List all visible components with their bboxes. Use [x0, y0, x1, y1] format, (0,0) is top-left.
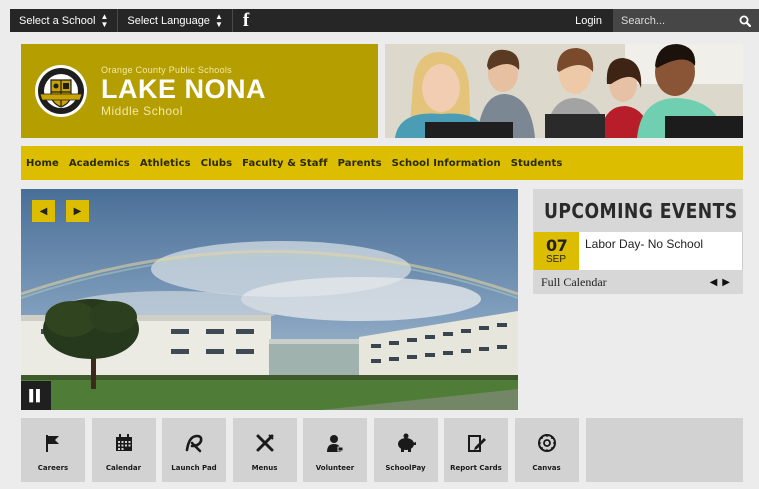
language-select-label: Select Language	[127, 14, 210, 27]
login-link[interactable]: Login	[564, 15, 613, 27]
search-icon[interactable]	[739, 15, 751, 27]
quick-link-menus[interactable]: Menus	[232, 418, 297, 482]
nav-athletics[interactable]: Athletics	[140, 158, 191, 169]
events-header: UPCOMING EVENTS	[533, 189, 743, 232]
slider-next-button[interactable]: ▶	[66, 200, 89, 222]
flag-icon	[46, 435, 59, 452]
full-calendar-link[interactable]: Full Calendar	[541, 275, 607, 290]
school-seal-icon[interactable]	[34, 64, 88, 118]
events-footer: Full Calendar ◀▶	[533, 270, 743, 294]
quick-link-label: Volunteer	[315, 464, 355, 472]
school-title-block: Orange County Public Schools LAKE NONA M…	[101, 65, 266, 118]
hero-slider: ◀ ▶ ▌▌	[21, 189, 518, 410]
quick-link-volunteer[interactable]: Volunteer	[303, 418, 367, 482]
school-select[interactable]: Select a School ▲ ▼	[10, 9, 119, 32]
search-box	[613, 9, 759, 32]
quick-link-launch-pad[interactable]: Launch Pad	[162, 418, 226, 482]
events-title: UPCOMING EVENTS	[544, 198, 738, 223]
volunteer-icon	[327, 435, 344, 452]
quick-link-calendar[interactable]: Calendar	[91, 418, 156, 482]
slider-prev-button[interactable]: ◀	[32, 200, 55, 222]
search-input[interactable]	[621, 14, 721, 27]
quick-link-label: Report Cards	[450, 464, 502, 472]
quick-link-label: Calendar	[105, 464, 142, 472]
nav-academics[interactable]: Academics	[69, 158, 130, 169]
canvas-icon	[537, 434, 556, 452]
slider-pause-button[interactable]: ▌▌	[21, 381, 51, 410]
quick-link-label: Canvas	[532, 464, 561, 472]
report-card-icon	[468, 435, 486, 452]
event-name[interactable]: Labor Day- No School	[579, 232, 703, 270]
district-name: Orange County Public Schools	[101, 64, 232, 75]
nav-clubs[interactable]: Clubs	[201, 158, 233, 169]
event-day: 07	[546, 235, 568, 255]
nav-students[interactable]: Students	[511, 158, 563, 169]
event-date: 07 SEP	[534, 232, 579, 270]
piggy-bank-icon	[397, 433, 416, 452]
school-select-label: Select a School	[19, 14, 96, 27]
quick-links-empty-tile	[586, 418, 743, 482]
school-header: Orange County Public Schools LAKE NONA M…	[21, 44, 378, 138]
quick-link-schoolpay[interactable]: SchoolPay	[373, 418, 438, 482]
quick-link-label: Launch Pad	[171, 464, 217, 472]
nav-faculty-staff[interactable]: Faculty & Staff	[242, 158, 327, 169]
school-building-photo	[21, 189, 518, 410]
students-photo-illustration	[385, 44, 743, 138]
calendar-icon	[115, 434, 132, 451]
quick-link-label: Menus	[251, 464, 278, 472]
quick-link-careers[interactable]: Careers	[21, 418, 85, 482]
utensils-icon	[256, 434, 274, 452]
main-nav: Home Academics Athletics Clubs Faculty &…	[21, 146, 743, 180]
event-item[interactable]: 07 SEP Labor Day- No School	[533, 232, 743, 270]
quick-link-report-cards[interactable]: Report Cards	[444, 418, 508, 482]
nav-parents[interactable]: Parents	[338, 158, 382, 169]
header-students-photo	[385, 44, 743, 138]
updown-arrows-icon: ▲ ▼	[100, 11, 109, 29]
school-name[interactable]: LAKE NONA	[101, 74, 266, 104]
launchpad-icon	[185, 434, 203, 453]
nav-school-information[interactable]: School Information	[392, 158, 501, 169]
event-month: SEP	[546, 253, 567, 265]
language-select[interactable]: Select Language ▲ ▼	[118, 9, 233, 32]
facebook-icon[interactable]: f	[233, 9, 259, 32]
top-bar: Select a School ▲ ▼ Select Language ▲ ▼ f …	[10, 9, 759, 32]
nav-home[interactable]: Home	[26, 158, 59, 169]
updown-arrows-icon: ▲ ▼	[214, 11, 223, 29]
events-nav-arrows[interactable]: ◀▶	[710, 277, 735, 288]
quick-link-label: SchoolPay	[385, 464, 426, 472]
upcoming-events: UPCOMING EVENTS 07 SEP Labor Day- No Sch…	[533, 189, 743, 294]
school-type: Middle School	[101, 103, 183, 118]
quick-link-label: Careers	[37, 464, 69, 472]
quick-links: Careers Calendar Launch Pad Menus Volunt…	[21, 418, 585, 482]
quick-link-canvas[interactable]: Canvas	[514, 418, 579, 482]
